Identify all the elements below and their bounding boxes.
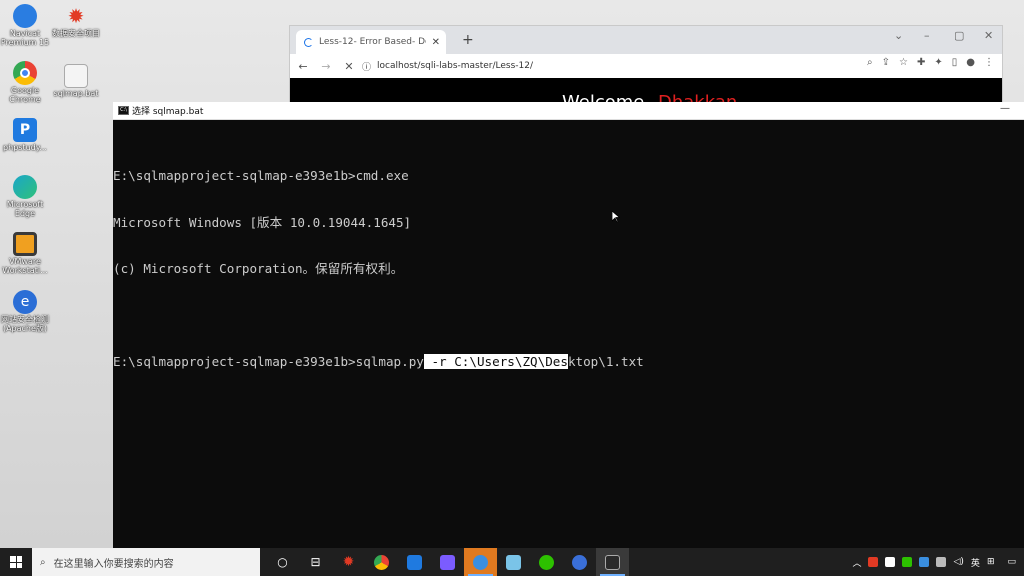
windows-logo-icon bbox=[10, 556, 22, 568]
tray-language[interactable]: 英 bbox=[971, 556, 980, 569]
tab-search-icon[interactable]: ⌄ bbox=[894, 29, 903, 42]
tray-volume-icon[interactable]: ◁) bbox=[953, 557, 963, 567]
desktop-icon-vmware[interactable]: VMware Workstati... bbox=[0, 232, 53, 275]
chrome-icon bbox=[13, 61, 37, 85]
task-view-icon[interactable]: ⊟ bbox=[299, 548, 332, 576]
console-line: Microsoft Windows [版本 10.0.19044.1645] bbox=[113, 214, 412, 230]
phpstudy-icon: P bbox=[13, 118, 37, 142]
info-icon[interactable]: ⓘ bbox=[362, 60, 371, 73]
mouse-cursor-icon bbox=[612, 211, 620, 223]
desktop-icon-phpstudy[interactable]: P phpstudy... bbox=[0, 118, 53, 152]
toolbar-right-icons: ⌕ ⇪ ☆ ✚ ✦ ▯ ● ⋮ bbox=[867, 57, 994, 68]
tray-maple-icon[interactable] bbox=[868, 557, 879, 567]
sidebar-icon[interactable]: ▯ bbox=[952, 57, 958, 68]
menu-dots-icon[interactable]: ⋮ bbox=[984, 57, 994, 68]
console-minimize-icon[interactable]: — bbox=[1000, 103, 1010, 114]
console-titlebar[interactable]: C:\ 选择 sqlmap.bat — bbox=[113, 102, 1024, 120]
taskbar: ⌕ 在这里输入你要搜索的内容 ○ ⊟ ✹ ︿ ◁) 英 ⊞ ▭ bbox=[0, 548, 1024, 576]
command-suffix: ktop\1.txt bbox=[567, 354, 644, 369]
console-command-line: E:\sqlmapproject-sqlmap-e393e1b>sqlmap.p… bbox=[113, 354, 1024, 370]
browser-tab[interactable]: Less-12- Error Based- Double ✕ bbox=[296, 30, 446, 54]
system-tray: ︿ ◁) 英 ⊞ ▭ bbox=[852, 548, 1024, 576]
bolt-app-icon[interactable] bbox=[431, 548, 464, 576]
notepad-icon[interactable] bbox=[497, 548, 530, 576]
search-app-icon[interactable] bbox=[464, 548, 497, 576]
chrome-taskbar-icon[interactable] bbox=[365, 548, 398, 576]
tray-input-icon[interactable]: ⊞ bbox=[987, 557, 995, 567]
search-icon: ⌕ bbox=[40, 556, 46, 568]
taskbar-search-box[interactable]: ⌕ 在这里输入你要搜索的内容 bbox=[32, 548, 260, 576]
command-prefix: E:\sqlmapproject-sqlmap-e393e1b>sqlmap.p… bbox=[113, 354, 424, 369]
url-text: localhost/sqli-labs-master/Less-12/ bbox=[377, 61, 534, 71]
minimize-icon[interactable]: – bbox=[924, 29, 930, 42]
stop-icon[interactable]: ✕ bbox=[339, 60, 359, 73]
desktop-icon-data-project[interactable]: ✹ 数据安全项目 bbox=[48, 4, 104, 38]
browser-toolbar: ← → ✕ ⓘ localhost/sqli-labs-master/Less-… bbox=[290, 54, 1002, 78]
tab-title: Less-12- Error Based- Double bbox=[319, 37, 426, 47]
forward-arrow-icon[interactable]: → bbox=[316, 60, 336, 73]
ie-icon: e bbox=[13, 290, 37, 314]
back-arrow-icon[interactable]: ← bbox=[293, 60, 313, 73]
desktop-icon-site-security[interactable]: e 网站安全检测(Apache版) bbox=[0, 290, 53, 333]
tray-shield-icon[interactable] bbox=[919, 557, 930, 567]
address-bar[interactable]: ⓘ localhost/sqli-labs-master/Less-12/ bbox=[362, 57, 817, 75]
navicat-icon bbox=[13, 4, 37, 28]
tray-wechat-icon[interactable] bbox=[902, 557, 913, 567]
start-button[interactable] bbox=[0, 548, 32, 576]
new-tab-button[interactable]: + bbox=[462, 32, 474, 48]
desktop-icon-chrome[interactable]: Google Chrome bbox=[0, 61, 53, 104]
extensions-icon[interactable]: ✚ bbox=[917, 57, 925, 68]
bookmark-star-icon[interactable]: ☆ bbox=[899, 57, 908, 68]
console-line: E:\sqlmapproject-sqlmap-e393e1b>cmd.exe bbox=[113, 168, 409, 183]
vmware-icon bbox=[13, 232, 37, 256]
selected-text: -r C:\Users\ZQ\Des bbox=[423, 354, 568, 369]
puzzle-icon[interactable]: ✦ bbox=[934, 57, 942, 68]
console-title: 选择 sqlmap.bat bbox=[132, 107, 204, 117]
tray-expand-icon[interactable]: ︿ bbox=[852, 556, 861, 569]
phpstudy-taskbar-icon[interactable] bbox=[398, 548, 431, 576]
console-line: (c) Microsoft Corporation。保留所有权利。 bbox=[113, 261, 404, 276]
tab-close-icon[interactable]: ✕ bbox=[432, 37, 440, 48]
terminal-icon[interactable] bbox=[596, 548, 629, 576]
profile-avatar-icon[interactable]: ● bbox=[966, 57, 975, 68]
notification-icon[interactable]: ▭ bbox=[1007, 557, 1016, 567]
edge-icon bbox=[13, 175, 37, 199]
share-icon[interactable]: ⇪ bbox=[882, 57, 890, 68]
desktop-icon-edge[interactable]: Microsoft Edge bbox=[0, 175, 53, 218]
tray-network-icon[interactable] bbox=[936, 557, 947, 567]
browser-app-icon[interactable] bbox=[563, 548, 596, 576]
maple-leaf-icon: ✹ bbox=[67, 4, 85, 28]
bat-file-icon bbox=[64, 64, 88, 88]
console-app-icon: C:\ bbox=[118, 106, 129, 115]
loading-spinner-icon bbox=[304, 37, 313, 47]
console-output[interactable]: E:\sqlmapproject-sqlmap-e393e1b>cmd.exe … bbox=[113, 120, 1024, 401]
tray-app-icon[interactable] bbox=[885, 557, 896, 567]
maple-app-icon[interactable]: ✹ bbox=[332, 548, 365, 576]
console-window[interactable]: C:\ 选择 sqlmap.bat — E:\sqlmapproject-sql… bbox=[113, 102, 1024, 548]
tab-strip: Less-12- Error Based- Double ✕ + ⌄ – ▢ ✕ bbox=[290, 26, 1002, 54]
close-window-icon[interactable]: ✕ bbox=[984, 29, 993, 42]
wechat-icon[interactable] bbox=[530, 548, 563, 576]
desktop-icon-sqlmap-bat[interactable]: sqlmap.bat bbox=[48, 64, 104, 98]
zoom-icon[interactable]: ⌕ bbox=[867, 57, 873, 68]
search-placeholder: 在这里输入你要搜索的内容 bbox=[53, 558, 174, 570]
desktop-icon-navicat[interactable]: Navicat Premium 15 bbox=[0, 4, 53, 47]
cortana-icon[interactable]: ○ bbox=[266, 548, 299, 576]
maximize-icon[interactable]: ▢ bbox=[954, 29, 964, 42]
